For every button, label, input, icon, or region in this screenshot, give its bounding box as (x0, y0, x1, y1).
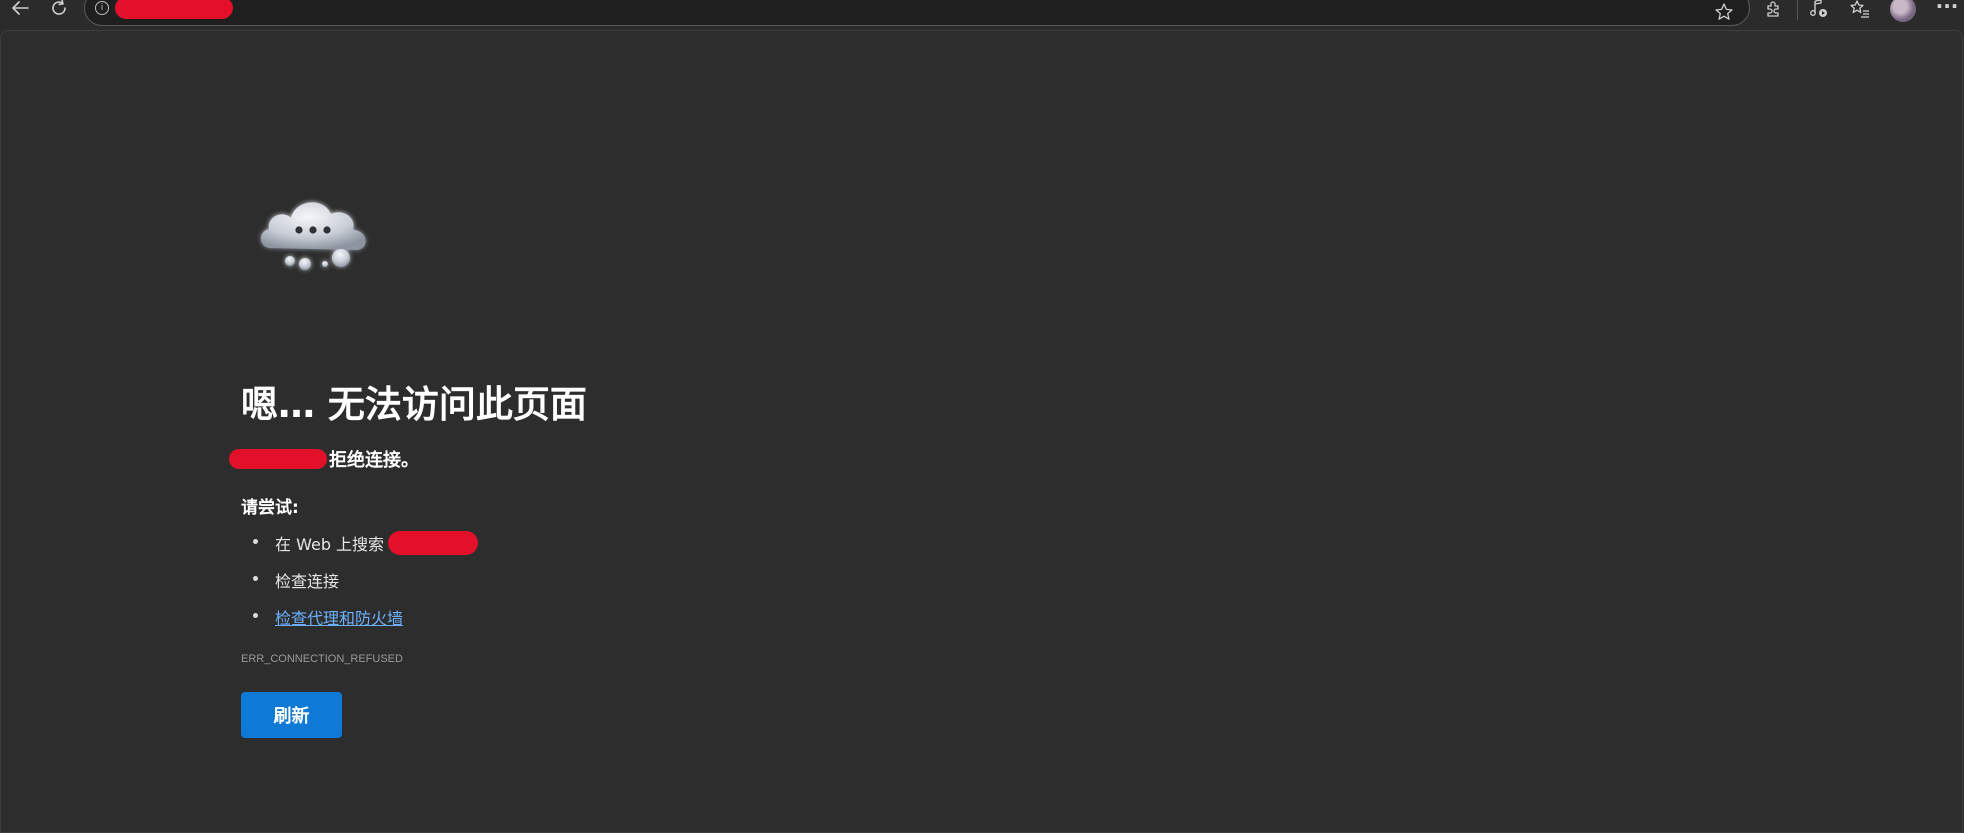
refresh-button[interactable]: 刷新 (241, 692, 342, 738)
favorites-list-icon[interactable] (1848, 0, 1872, 20)
more-menu-icon[interactable]: ··· (1936, 0, 1959, 16)
divider (1797, 0, 1798, 20)
profile-avatar[interactable] (1890, 0, 1916, 22)
try-label: 请尝试: (241, 498, 299, 518)
suggestion-check-connection-text: 检查连接 (275, 571, 340, 591)
suggestion-check-connection: 检查连接 (241, 561, 478, 598)
error-code: ERR_CONNECTION_REFUSED (241, 653, 403, 665)
browser-toolbar: i ··· (0, 0, 1964, 30)
error-message-text: 拒绝连接。 (329, 450, 419, 471)
error-message: 拒绝连接。 (229, 446, 419, 472)
suggestion-search-web: 在 Web 上搜索 (241, 524, 479, 561)
cloud-ellipsis-icon (260, 202, 366, 270)
reload-icon[interactable] (48, 0, 70, 18)
address-bar[interactable]: i (84, 0, 1750, 26)
bullet (253, 539, 258, 544)
suggestion-check-proxy: 检查代理和防火墙 (241, 598, 478, 635)
redacted-search-term (388, 530, 479, 555)
media-playback-icon[interactable] (1806, 0, 1830, 20)
check-proxy-firewall-link[interactable]: 检查代理和防火墙 (275, 605, 403, 629)
page-viewport: 嗯… 无法访问此页面 拒绝连接。 请尝试: 在 Web 上搜索 检查连接 检查代… (0, 30, 1963, 833)
address-url[interactable] (115, 0, 233, 19)
suggestion-search-text: 在 Web 上搜索 (275, 534, 385, 554)
bullet (253, 613, 258, 618)
extensions-icon[interactable] (1762, 0, 1786, 20)
suggestion-list: 在 Web 上搜索 检查连接 检查代理和防火墙 (241, 524, 479, 635)
redacted-host (229, 449, 327, 469)
redacted-url (115, 0, 233, 19)
back-arrow-icon[interactable] (8, 0, 32, 18)
favorite-star-icon[interactable] (1713, 1, 1735, 23)
bullet (253, 576, 258, 581)
info-icon[interactable]: i (95, 1, 109, 15)
page-title: 嗯… 无法访问此页面 (241, 383, 587, 426)
